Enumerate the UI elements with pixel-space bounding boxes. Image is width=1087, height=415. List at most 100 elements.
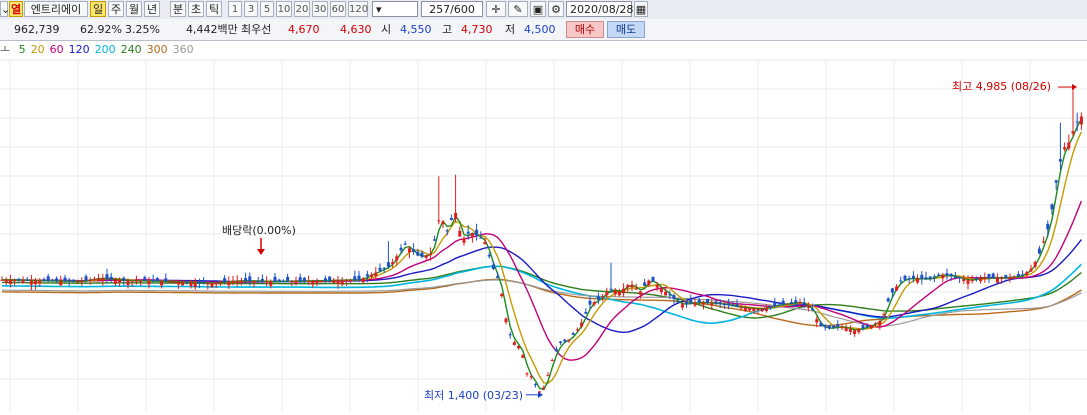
candle-body	[1058, 159, 1062, 162]
candle-body	[260, 278, 264, 282]
candle-body	[63, 277, 67, 282]
candle-body	[899, 280, 903, 282]
candle-body	[164, 278, 168, 282]
ma-legend: ㅗ 5 20 60 120 200 240 300 360	[0, 42, 199, 58]
candle-body	[861, 325, 865, 329]
draw-tool-icon[interactable]: ✎	[508, 1, 528, 17]
period-button-0[interactable]: ⌄	[0, 1, 10, 17]
ma-line-20	[1, 131, 1083, 384]
candle-body	[622, 288, 626, 294]
low-label: 저	[505, 23, 516, 36]
period-button-13[interactable]: 10	[276, 1, 292, 17]
candle-body	[1050, 204, 1054, 210]
legend-item-5: 5	[18, 43, 26, 56]
candle-body	[575, 329, 579, 331]
candle-body	[1054, 180, 1058, 183]
candle-body	[227, 281, 231, 286]
candle-body	[512, 342, 516, 346]
candle-body	[370, 274, 374, 277]
candle-body	[122, 277, 126, 281]
candle-body	[433, 239, 437, 241]
count-field[interactable]: 257/600	[421, 1, 483, 17]
candle-body	[987, 273, 991, 279]
sell-button[interactable]: 매도	[607, 21, 645, 38]
candle-body	[113, 279, 117, 284]
period-button-6[interactable]: 년	[144, 1, 160, 17]
period-button-1[interactable]: 열	[9, 1, 23, 17]
candle-body	[874, 323, 878, 325]
legend-item-360: 360	[172, 43, 194, 56]
price-chart[interactable]: 최고 4,985 (08/26) 최저 1,400 (03/23) 배당락(0.00…	[0, 40, 1087, 415]
candle-body	[601, 296, 605, 298]
candle-body	[815, 319, 819, 323]
candle-body	[718, 302, 722, 304]
period-button-11[interactable]: 3	[244, 1, 258, 17]
candle-body	[500, 293, 504, 297]
candle-body	[840, 326, 844, 328]
candle-body	[559, 341, 563, 344]
candle-body	[134, 280, 138, 282]
candle-body	[882, 314, 886, 316]
best-ask-label: 최우선	[241, 23, 272, 36]
candle-body	[294, 281, 298, 284]
crosshair-icon[interactable]: ✛	[486, 1, 506, 17]
candle-body	[651, 276, 655, 282]
period-button-9[interactable]: 틱	[206, 1, 222, 17]
legend-prefix: ㅗ	[0, 43, 11, 56]
period-button-7[interactable]: 분	[170, 1, 186, 17]
period-button-17[interactable]: 120	[348, 1, 368, 17]
candle-body	[974, 277, 978, 279]
candle-body	[739, 307, 743, 309]
high-label: 고	[442, 23, 453, 36]
candle-body	[315, 280, 319, 284]
buy-button[interactable]: 매수	[566, 21, 604, 38]
candle-body	[449, 218, 453, 220]
candle-body	[29, 280, 33, 285]
candle-body	[1063, 147, 1067, 150]
save-disk-icon[interactable]: ▣	[530, 1, 546, 17]
candle-body	[101, 278, 105, 281]
date-field[interactable]: 2020/08/28	[566, 1, 633, 17]
period-button-16[interactable]: 60	[330, 1, 346, 17]
period-button-8[interactable]: 초	[188, 1, 204, 17]
candle-body	[664, 291, 668, 296]
candle-body	[374, 272, 378, 276]
candle-body	[319, 280, 323, 283]
candle-body	[958, 277, 962, 279]
candle-body	[701, 302, 705, 305]
candle-body	[668, 294, 672, 296]
candle-body	[441, 221, 445, 225]
candle-body	[836, 324, 840, 327]
candle-body	[269, 281, 273, 286]
candle-body	[756, 308, 760, 311]
candle-body	[617, 291, 621, 296]
combo-dropdown[interactable]: ▾	[372, 1, 418, 17]
candle-body	[643, 282, 647, 286]
period-button-4[interactable]: 주	[108, 1, 124, 17]
candle-body	[332, 280, 336, 283]
candle-body	[1029, 268, 1033, 272]
period-button-10[interactable]: 1	[228, 1, 242, 17]
period-button-2[interactable]: 엔트리에이	[24, 1, 88, 17]
candle-body	[676, 301, 680, 303]
period-button-3[interactable]: 일	[90, 1, 106, 17]
percent-value-2: 3.25%	[125, 23, 160, 36]
period-button-15[interactable]: 30	[312, 1, 328, 17]
candle-body	[420, 252, 424, 257]
candle-body	[286, 276, 290, 282]
candle-body	[172, 281, 176, 283]
candle-body	[323, 278, 327, 281]
period-button-14[interactable]: 20	[294, 1, 310, 17]
candle-body	[147, 281, 151, 285]
gear-icon[interactable]: ⚙	[548, 1, 564, 17]
calendar-icon[interactable]: ▦	[634, 1, 648, 17]
candle-body	[361, 278, 365, 283]
candle-body	[202, 280, 206, 283]
period-button-5[interactable]: 월	[126, 1, 142, 17]
high-price-label: 최고 4,985 (08/26)	[952, 80, 1051, 93]
candle-body	[1033, 261, 1037, 267]
period-button-12[interactable]: 5	[260, 1, 274, 17]
candle-body	[176, 281, 180, 285]
candle-body	[710, 303, 714, 305]
candle-body	[88, 279, 92, 281]
